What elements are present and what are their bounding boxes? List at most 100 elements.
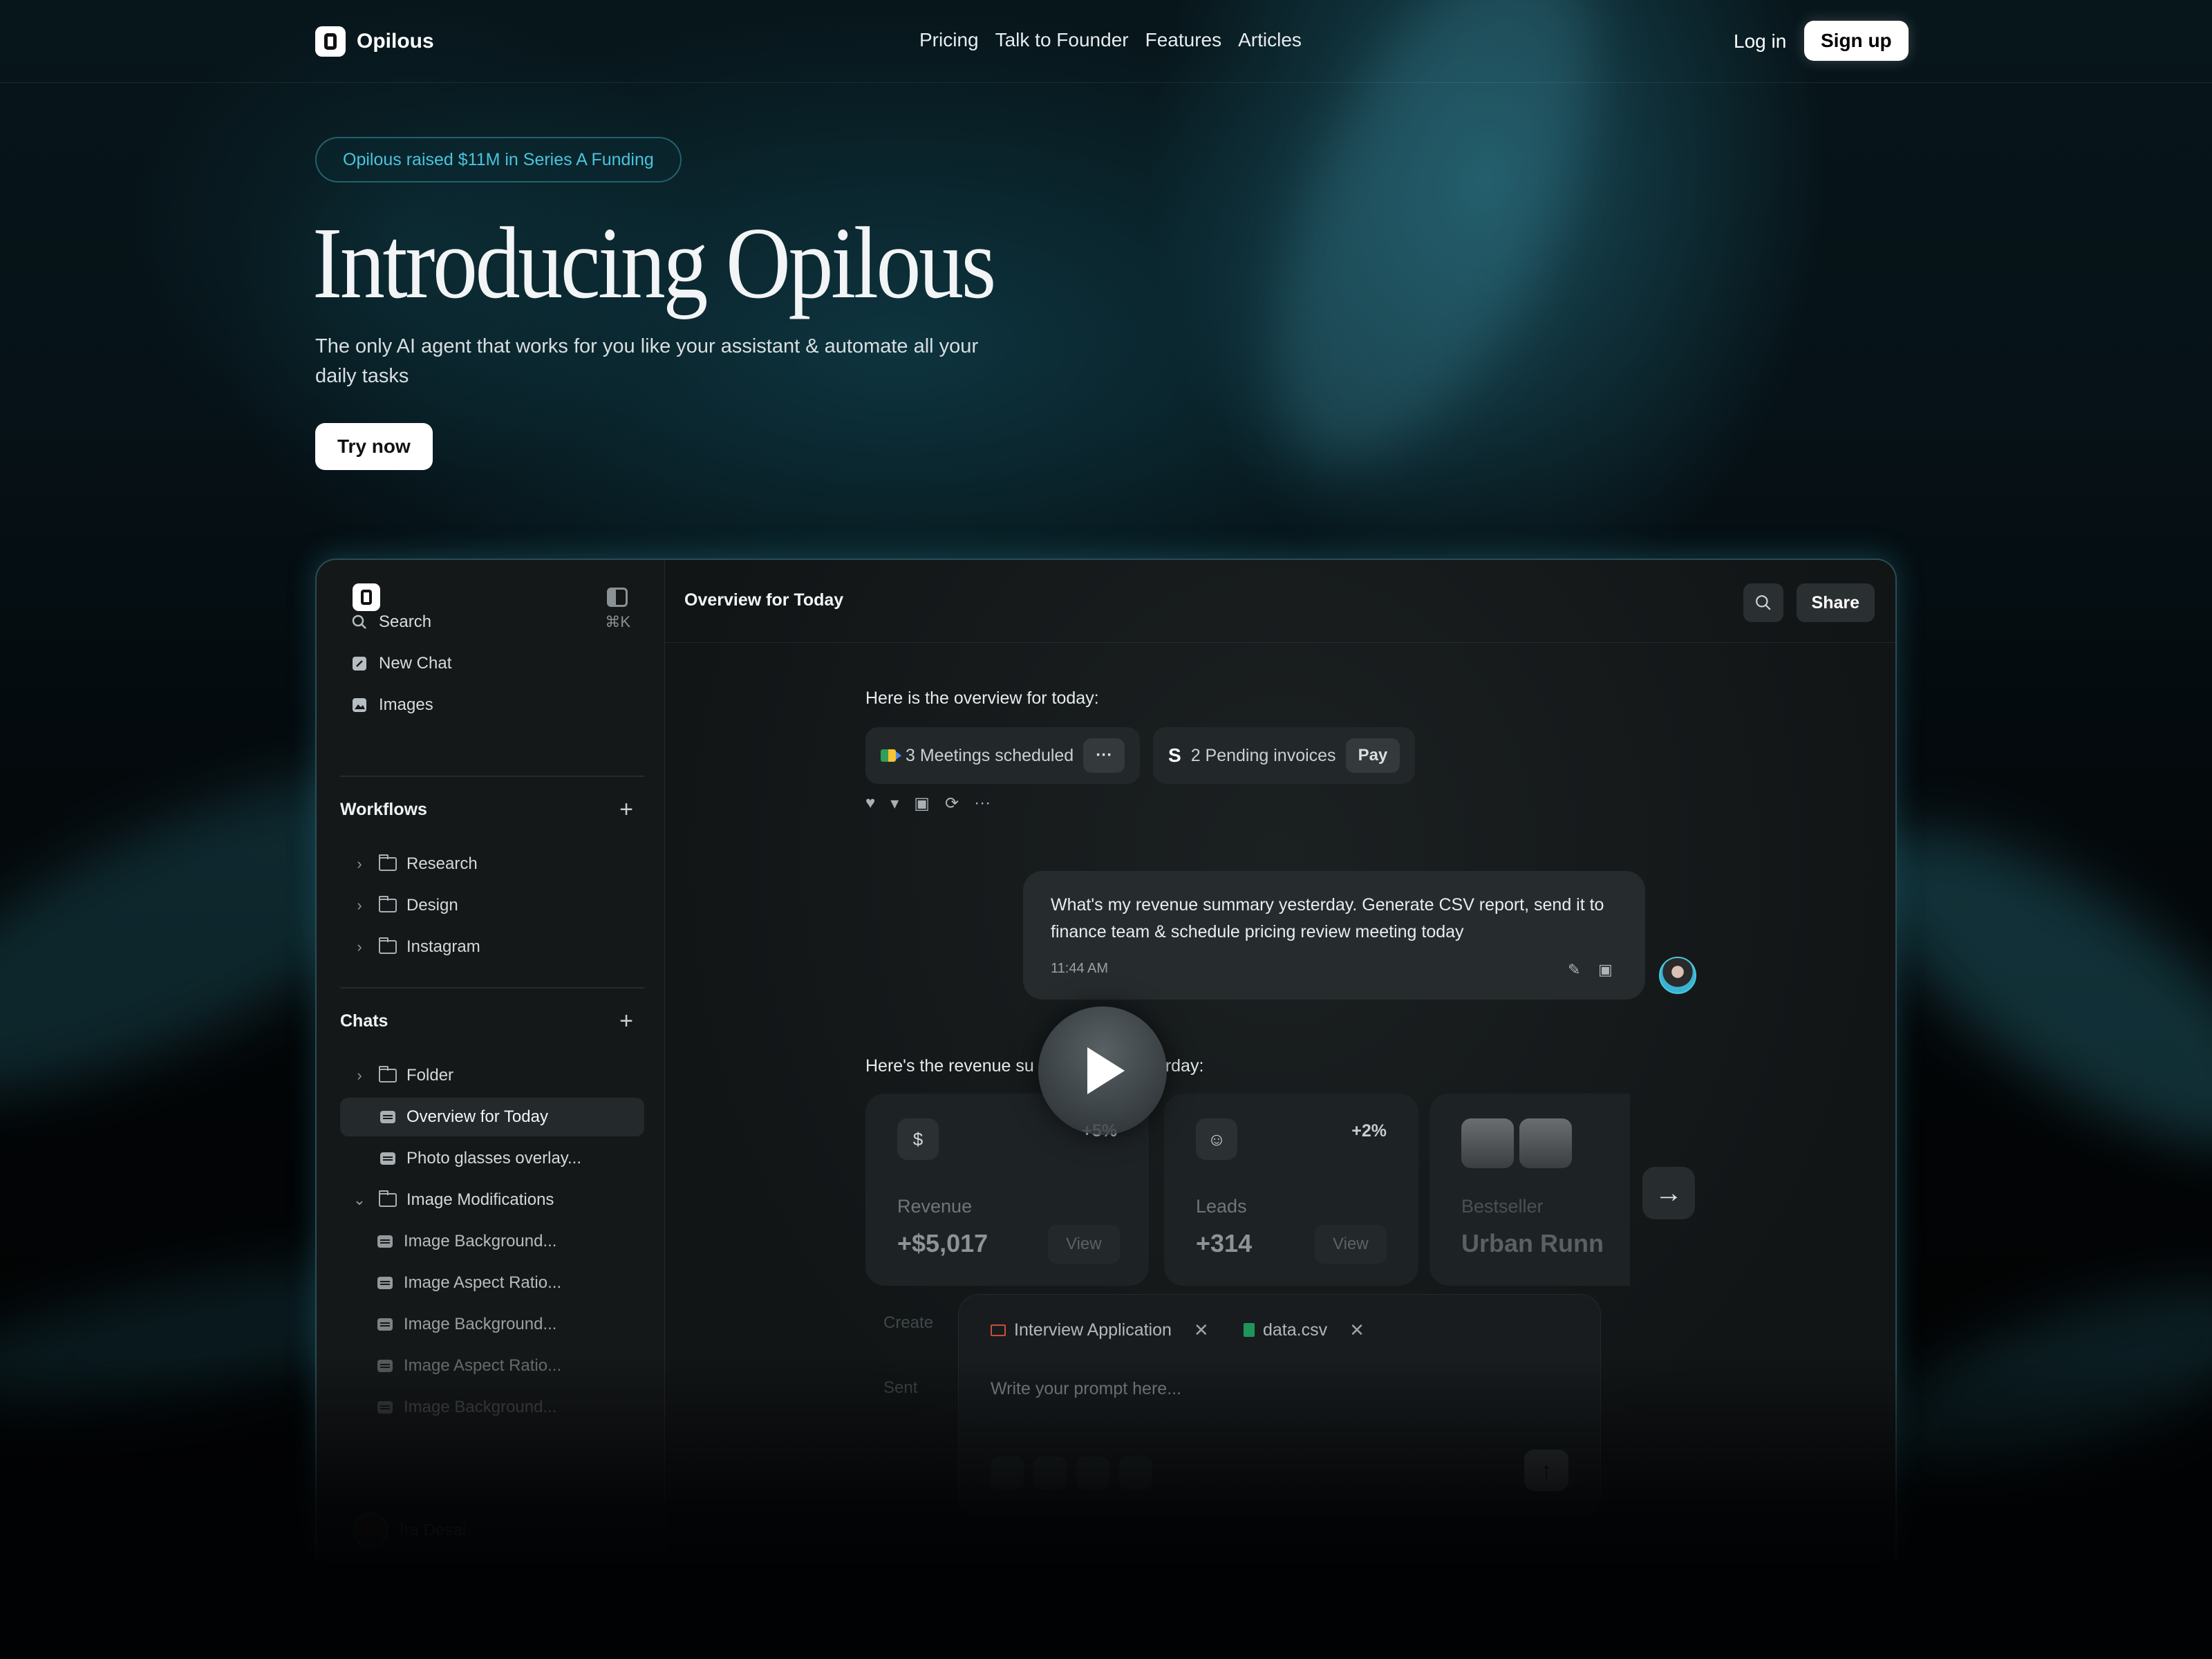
revenue-view-button[interactable]: View xyxy=(1048,1225,1120,1264)
chat-item-sub[interactable]: Image Background... xyxy=(340,1388,644,1427)
share-button[interactable]: Share xyxy=(1796,583,1875,622)
chat-folder-image-modifications[interactable]: ⌄ Image Modifications xyxy=(340,1181,644,1219)
invoices-pill[interactable]: S 2 Pending invoices Pay xyxy=(1153,727,1416,784)
nav-links: Pricing Talk to Founder Features Article… xyxy=(919,29,1302,51)
prompt-composer: Interview Application ✕ data.csv ✕ Write… xyxy=(958,1294,1601,1515)
bestseller-value: Urban Runn xyxy=(1461,1229,1604,1257)
signup-button[interactable]: Sign up xyxy=(1804,21,1909,61)
nav-link-pricing[interactable]: Pricing xyxy=(919,29,979,51)
folder-icon xyxy=(379,896,397,912)
chats-title: Chats xyxy=(340,1011,388,1031)
funding-badge[interactable]: Opilous raised $11M in Series A Funding xyxy=(315,137,682,182)
nav-link-features[interactable]: Features xyxy=(1145,29,1222,51)
chat-bubble-icon xyxy=(380,1152,395,1165)
message-time: 11:44 AM xyxy=(1051,961,1109,976)
attachment-label: Interview Application xyxy=(1014,1320,1172,1340)
nav-link-articles[interactable]: Articles xyxy=(1238,29,1302,51)
edit-icon[interactable]: ✎ xyxy=(1568,961,1580,979)
sidebar-new-chat[interactable]: New Chat xyxy=(340,644,644,683)
attach-icon[interactable] xyxy=(991,1456,1024,1490)
revenue-label: Revenue xyxy=(897,1196,973,1217)
sheet-icon xyxy=(1244,1323,1255,1337)
sidebar: Search ⌘K New Chat Images Workflows + › … xyxy=(317,560,665,1561)
login-link[interactable]: Log in xyxy=(1734,30,1786,53)
chevron-right-icon: › xyxy=(357,1067,362,1084)
play-video-button[interactable] xyxy=(1038,1006,1167,1135)
search-button[interactable] xyxy=(1743,583,1783,622)
chat-label: Image Background... xyxy=(404,1315,557,1333)
dislike-icon[interactable]: ▾ xyxy=(890,794,899,814)
user-name: Ira Desai xyxy=(400,1521,467,1539)
attachment-chip-gmail[interactable]: Interview Application ✕ xyxy=(991,1309,1209,1351)
gmail-icon xyxy=(991,1324,1006,1336)
sidebar-divider xyxy=(340,776,644,777)
leads-change: +2% xyxy=(1351,1121,1387,1141)
leads-label: Leads xyxy=(1196,1196,1247,1217)
add-workflow-icon[interactable]: + xyxy=(619,796,633,823)
chat-label: Image Background... xyxy=(404,1232,557,1250)
leads-view-button[interactable]: View xyxy=(1315,1225,1387,1264)
workflow-item-instagram[interactable]: › Instagram xyxy=(340,928,644,966)
bestseller-card[interactable]: Bestseller Urban Runn xyxy=(1430,1094,1630,1286)
workflow-item-design[interactable]: › Design xyxy=(340,886,644,925)
image-icon[interactable] xyxy=(1076,1456,1109,1490)
sidebar-images[interactable]: Images xyxy=(340,686,644,724)
leads-card[interactable]: ☺ +2% Leads +314 View xyxy=(1164,1094,1418,1286)
nav-link-talk-to-founder[interactable]: Talk to Founder xyxy=(995,29,1129,51)
user-message: What's my revenue summary yesterday. Gen… xyxy=(1023,871,1645,1000)
chevron-right-icon: › xyxy=(357,855,362,872)
file-icon[interactable] xyxy=(1119,1456,1152,1490)
chevron-right-icon: › xyxy=(357,897,362,914)
sidebar-new-chat-label: New Chat xyxy=(379,654,452,673)
add-chat-icon[interactable]: + xyxy=(619,1008,633,1035)
sidebar-search-label: Search xyxy=(379,612,432,631)
ghost-suggestion-sent: Sent xyxy=(883,1378,918,1397)
copy-icon[interactable]: ▣ xyxy=(914,794,930,814)
chat-folder[interactable]: › Folder xyxy=(340,1056,644,1095)
more-icon[interactable]: ··· xyxy=(974,794,991,814)
chevron-right-icon: › xyxy=(357,938,362,955)
attachment-label: data.csv xyxy=(1263,1320,1328,1340)
close-icon[interactable]: ✕ xyxy=(1194,1320,1209,1341)
chat-folder-label: Folder xyxy=(406,1066,454,1085)
folder-icon xyxy=(379,1066,397,1082)
pay-button[interactable]: Pay xyxy=(1345,738,1400,773)
meetings-pill[interactable]: 3 Meetings scheduled ··· xyxy=(865,727,1141,784)
chat-item-sub[interactable]: Image Aspect Ratio... xyxy=(340,1347,644,1385)
regenerate-icon[interactable]: ⟳ xyxy=(945,794,959,814)
workflow-label: Instagram xyxy=(406,937,480,956)
more-options-button[interactable]: ··· xyxy=(1083,738,1125,773)
hero-subtitle: The only AI agent that works for you lik… xyxy=(315,335,979,387)
try-now-button[interactable]: Try now xyxy=(315,423,433,470)
folder-icon xyxy=(379,854,397,871)
send-button[interactable]: ↑ xyxy=(1524,1450,1568,1491)
chat-item-sub[interactable]: Image Background... xyxy=(340,1222,644,1261)
ghost-suggestion-create: Create xyxy=(883,1313,934,1332)
close-icon[interactable]: ✕ xyxy=(1349,1320,1365,1341)
workflow-item-research[interactable]: › Research xyxy=(340,845,644,883)
brand[interactable]: Opilous xyxy=(315,26,434,57)
brand-name: Opilous xyxy=(357,30,434,53)
user-profile[interactable]: Ira Desai xyxy=(353,1512,466,1548)
chat-item-photo-glasses[interactable]: Photo glasses overlay... xyxy=(340,1139,644,1178)
message-actions: ♥ ▾ ▣ ⟳ ··· xyxy=(865,794,991,814)
chat-item-sub[interactable]: Image Aspect Ratio... xyxy=(340,1264,644,1302)
next-arrow-button[interactable]: → xyxy=(1642,1167,1695,1219)
app-preview: Search ⌘K New Chat Images Workflows + › … xyxy=(315,559,1897,1561)
chat-label: Overview for Today xyxy=(406,1107,548,1126)
chevron-down-icon: ⌄ xyxy=(353,1191,366,1208)
prompt-input[interactable]: Write your prompt here... xyxy=(991,1379,1181,1399)
copy-icon[interactable]: ▣ xyxy=(1598,961,1613,979)
attachment-chip-csv[interactable]: data.csv ✕ xyxy=(1244,1309,1365,1351)
chat-item-sub[interactable]: Image Background... xyxy=(340,1305,644,1344)
chat-label: Photo glasses overlay... xyxy=(406,1149,582,1168)
sidebar-search[interactable]: Search ⌘K xyxy=(340,603,644,641)
chat-bubble-icon xyxy=(380,1111,395,1123)
chat-item-overview-for-today[interactable]: Overview for Today xyxy=(340,1098,644,1136)
chat-icon[interactable] xyxy=(1033,1456,1067,1490)
assistant-intro: Here is the overview for today: xyxy=(865,688,1099,708)
compose-icon xyxy=(340,656,379,671)
like-icon[interactable]: ♥ xyxy=(865,794,875,814)
user-icon: ☺ xyxy=(1196,1118,1237,1160)
search-icon xyxy=(340,615,379,630)
